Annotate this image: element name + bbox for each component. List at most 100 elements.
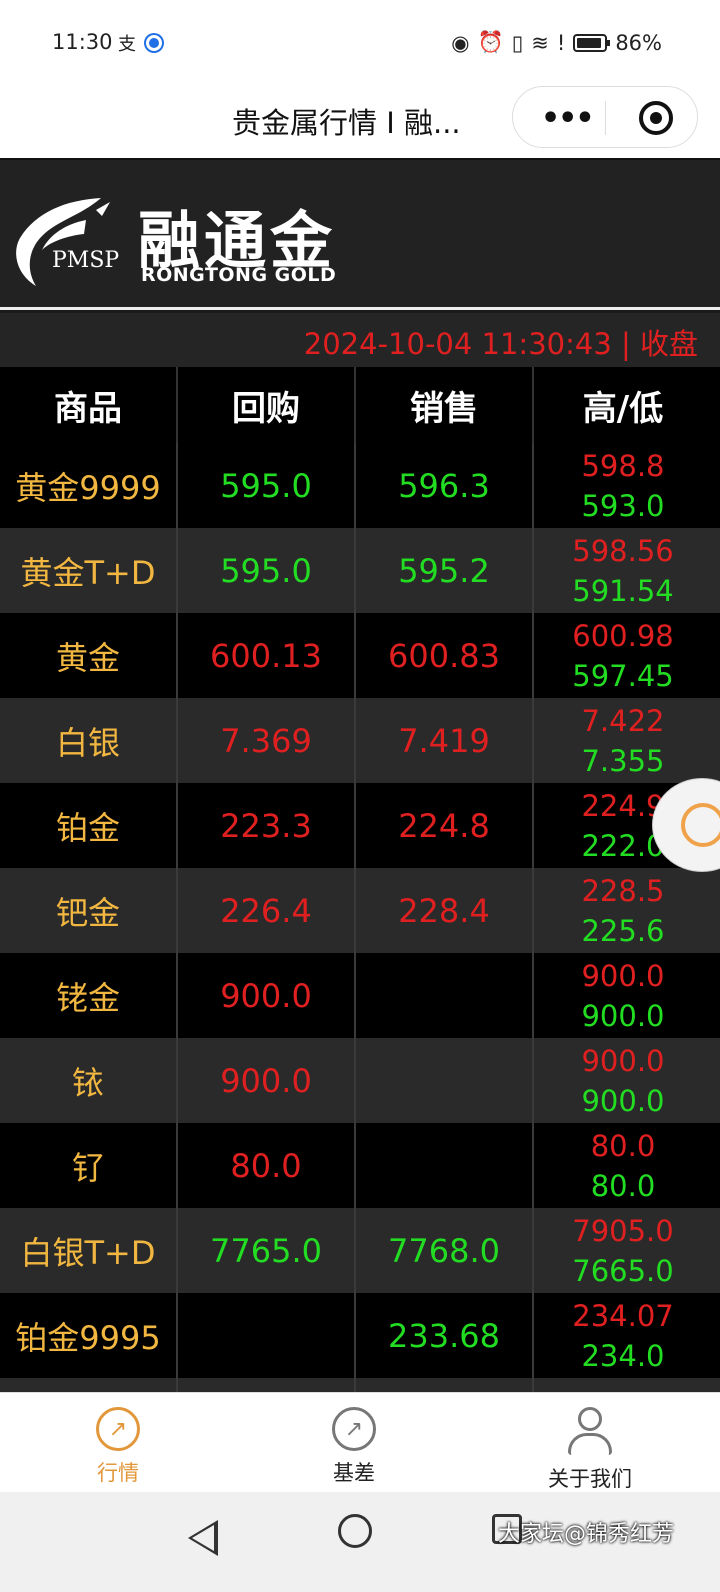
tab-about[interactable]: 关于我们 [520,1407,660,1493]
sell-price: 600.83 [356,613,534,698]
system-nav-bar: 大家坛@锦秀红芳 [0,1492,720,1592]
vibrate-icon: ▯ [511,30,524,55]
low-price: 900.0 [581,998,665,1033]
high-low-cell: 7.422 7.355 [534,698,712,783]
watermark-text: 大家坛@锦秀红芳 [498,1522,675,1547]
capsule-divider [605,101,606,135]
low-price: 225.6 [581,913,665,948]
pmsp-text: PMSP [52,248,120,273]
low-price: 80.0 [590,1168,656,1203]
buyback-price: 595.0 [178,443,356,528]
sell-price [356,1038,534,1123]
high-low-cell: 228.5 225.6 [534,868,712,953]
high-low-cell: 7905.0 7665.0 [534,1208,712,1293]
sell-price [356,1123,534,1208]
product-name: 钯金 [0,868,178,953]
product-name: 钌 [0,1123,178,1208]
title-bar: 贵金属行情 I 融... ••• [0,86,720,160]
table-row: 白银T+D 7765.0 7768.0 7905.0 7665.0 [0,1208,720,1293]
high-price: 598.8 [581,448,665,483]
low-price: 593.0 [581,488,665,523]
brand-name-en: RONGTONG GOLD [141,264,337,286]
back-icon[interactable] [188,1520,218,1556]
person-icon [566,1407,614,1457]
close-target-button[interactable] [639,101,673,135]
capsule-menu: ••• [512,86,698,148]
low-price: 7.355 [581,743,665,778]
table-row: 铑金 900.0 900.0 900.0 [0,953,720,1038]
market-timestamp: 2024-10-04 11:30:43 | 收盘 [0,313,720,367]
product-name: 铂金9995 [0,1293,178,1378]
high-price: 900.0 [581,958,665,993]
product-name: 黄金9999 [0,443,178,528]
status-time: 11:30 [52,30,113,54]
product-name: 白银T+D [0,1208,178,1293]
table-row: 黄金T+D 595.0 595.2 598.56 591.54 [0,528,720,613]
high-low-cell: 900.0 900.0 [534,1038,712,1123]
high-low-cell: 600.98 597.45 [534,613,712,698]
low-price: 900.0 [581,1083,665,1118]
dragon-logo-icon [16,198,110,286]
buyback-price: 900.0 [178,953,356,1038]
table-row: 钌 80.0 80.0 80.0 [0,1123,720,1208]
high-price: 234.07 [572,1298,674,1333]
wifi-icon: ≋ [531,30,549,55]
sell-price: 228.4 [356,868,534,953]
status-right-icons: ◉ ⏰ ▯ ≋ ! 86% [451,30,662,55]
alipay-icon: 支 [118,34,136,55]
header-high-low: 高/低 [582,388,664,429]
high-price: 7.422 [581,703,665,738]
battery-percent: 86% [615,30,662,55]
sell-price: 233.68 [356,1293,534,1378]
brand-banner: PMSP 融通金 RONGTONG GOLD [0,160,720,310]
high-low-cell: 598.56 591.54 [534,528,712,613]
header-sell: 销售 [356,367,534,443]
product-name: 黄金 [0,613,178,698]
table-row: 黄金 600.13 600.83 600.98 597.45 [0,613,720,698]
tab-quotes[interactable]: ↗ 行情 [48,1407,188,1487]
product-name: 白银 [0,698,178,783]
sell-price: 7768.0 [356,1208,534,1293]
high-price: 7905.0 [572,1213,674,1248]
sell-price: 224.8 [356,783,534,868]
table-row: 铂金 223.3 224.8 224.9 222.0 [0,783,720,868]
alert-icon: ! [556,30,566,55]
tab-basis[interactable]: ↗ 基差 [284,1407,424,1487]
product-name: 铂金 [0,783,178,868]
sell-price: 595.2 [356,528,534,613]
more-button[interactable]: ••• [541,101,595,136]
low-price: 591.54 [572,573,674,608]
sell-price [356,953,534,1038]
high-price: 900.0 [581,1043,665,1078]
tab-bar: ↗ 行情 ↗ 基差 关于我们 [0,1392,720,1492]
home-icon[interactable] [338,1514,372,1548]
tab-about-label: 关于我们 [548,1467,632,1491]
product-name: 黄金T+D [0,528,178,613]
quote-table: 商品 回购 销售 高/低 黄金9999 595.0 596.3 598.8 593.0 黄… [0,367,720,1463]
product-name: 铱 [0,1038,178,1123]
table-body: 黄金9999 595.0 596.3 598.8 593.0 黄金T+D 595.0 595.… [0,443,720,1463]
buyback-price: 7.369 [178,698,356,783]
trend-icon: ↗ [332,1407,376,1451]
buyback-price: 595.0 [178,528,356,613]
high-low-cell: 234.07 234.0 [534,1293,712,1378]
low-price: 597.45 [572,658,674,693]
sell-price: 7.419 [356,698,534,783]
app-notification-icon [146,35,162,51]
headset-icon [681,803,720,847]
status-left-icons: 支 [118,30,162,56]
high-low-cell: 900.0 900.0 [534,953,712,1038]
buyback-price: 226.4 [178,868,356,953]
table-row: 铱 900.0 900.0 900.0 [0,1038,720,1123]
tab-basis-label: 基差 [333,1461,375,1485]
low-price: 7665.0 [572,1253,674,1288]
product-name: 铑金 [0,953,178,1038]
table-row: 黄金9999 595.0 596.3 598.8 593.0 [0,443,720,528]
high-price: 598.56 [572,533,674,568]
header-product: 商品 [0,367,178,443]
sell-price: 596.3 [356,443,534,528]
eye-icon: ◉ [451,30,470,55]
battery-icon [573,33,611,52]
trend-icon: ↗ [96,1407,140,1451]
buyback-price: 80.0 [178,1123,356,1208]
